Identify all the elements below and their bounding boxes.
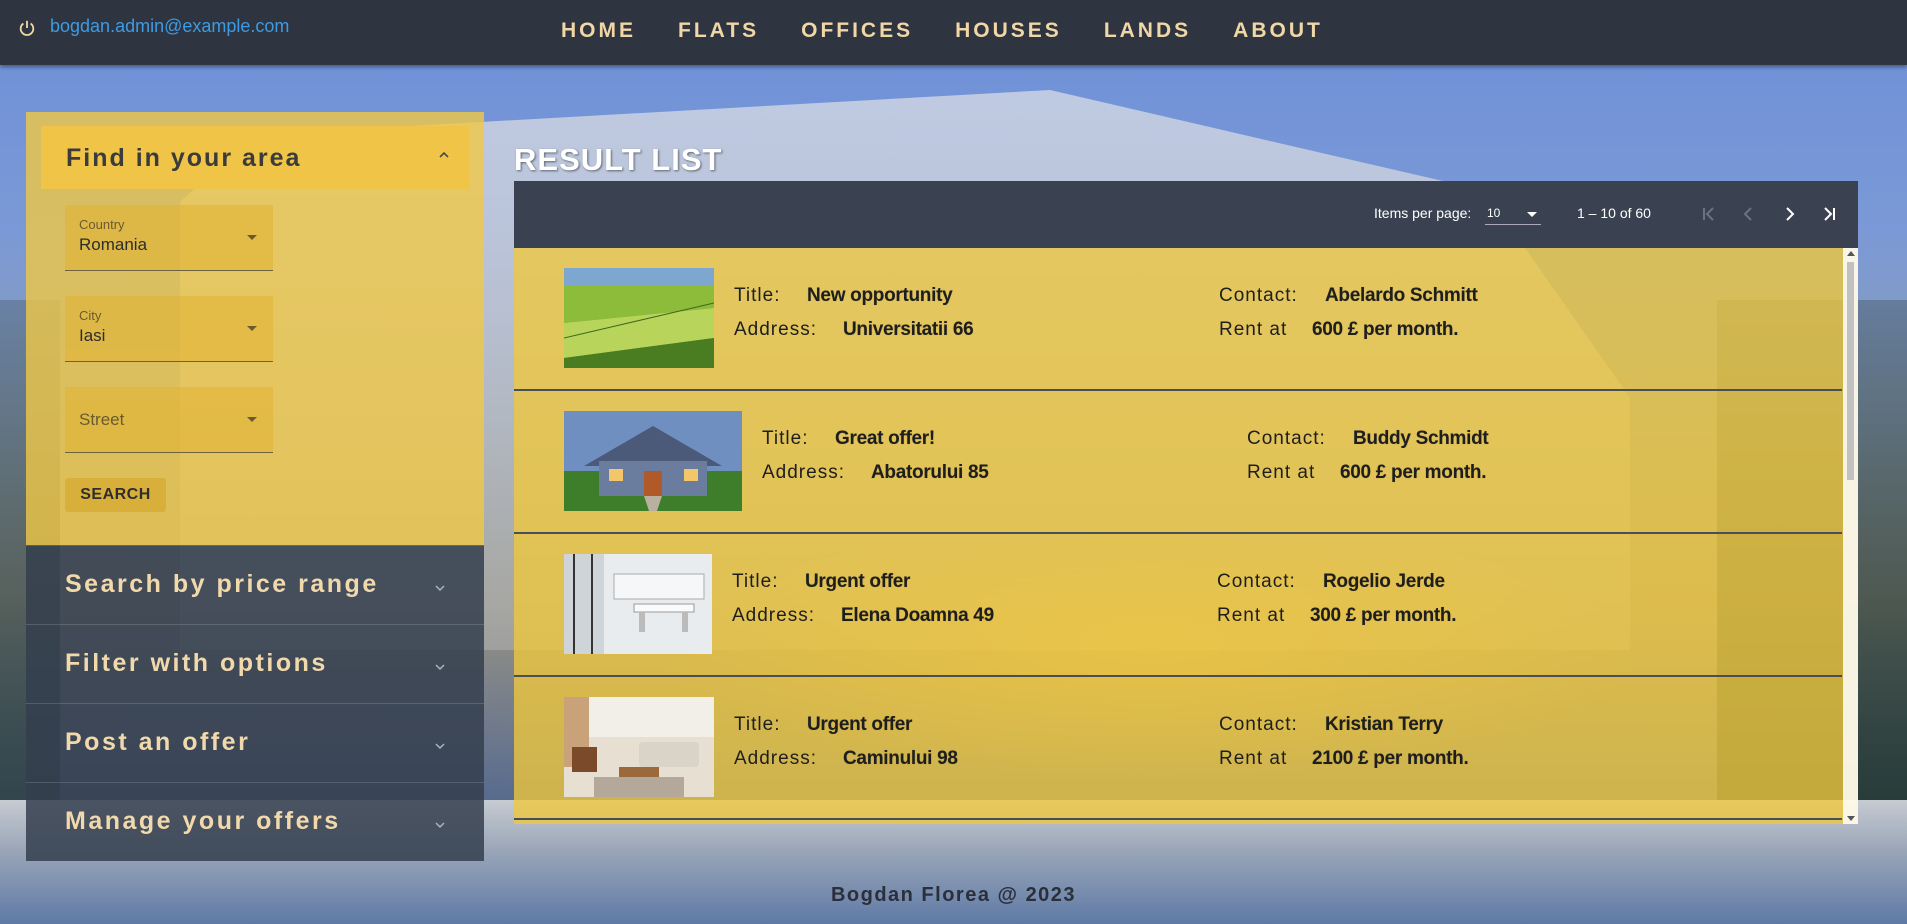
house-photo [564,411,742,511]
chevron-up-icon [439,151,449,158]
dropdown-arrow-icon [247,326,257,331]
item-title: Urgent offer [807,714,913,735]
price-range-panel[interactable]: Search by price range [26,545,484,624]
item-contact: Rogelio Jerde [1323,571,1445,592]
scroll-up-icon[interactable] [1847,251,1855,256]
previous-page-icon[interactable] [1736,201,1762,227]
post-offer-panel[interactable]: Post an offer [26,703,484,782]
item-contact: Kristian Terry [1325,714,1443,735]
item-title: New opportunity [807,285,953,306]
rent-label: Rent at [1247,462,1316,483]
chevron-down-icon [435,743,445,750]
filter-options-title: Filter with options [65,649,328,677]
manage-offers-title: Manage your offers [65,807,341,835]
street-select[interactable]: Street [65,387,273,453]
title-label: Title: [734,285,781,306]
price-range-title: Search by price range [65,570,379,598]
footer-credit: Bogdan Florea @ 2023 [830,884,1077,906]
address-label: Address: [734,319,817,340]
item-rent: 2100 £ per month. [1312,748,1469,769]
items-per-page-label: Items per page: [1374,205,1472,221]
rent-label: Rent at [1219,748,1288,769]
address-label: Address: [762,462,845,483]
city-label: City [79,308,102,323]
first-page-icon[interactable] [1696,201,1722,227]
chevron-down-icon [435,585,445,592]
country-value: Romania [79,235,148,254]
item-address: Elena Doamna 49 [841,605,994,626]
address-label: Address: [732,605,815,626]
page-range: 1 – 10 of 60 [1577,205,1651,221]
item-rent: 300 £ per month. [1310,605,1457,626]
title-label: Title: [762,428,809,449]
city-value: Iasi [79,326,106,345]
dropdown-arrow-icon [247,417,257,422]
top-navbar: bogdan.admin@example.com HOME FLATS OFFI… [0,0,1907,65]
contact-label: Contact: [1219,285,1298,306]
results-title: RESULT LIST [514,142,723,177]
item-contact: Buddy Schmidt [1353,428,1489,449]
find-in-area-panel: Find in your area Country Romania City I… [26,112,484,545]
office-photo [564,554,712,654]
dropdown-arrow-icon [1527,212,1537,217]
dropdown-arrow-icon [247,235,257,240]
item-rent: 600 £ per month. [1340,462,1487,483]
item-title: Great offer! [835,428,935,449]
item-address: Abatorului 85 [871,462,989,483]
filter-options-panel[interactable]: Filter with options [26,624,484,703]
power-icon[interactable] [18,19,36,37]
list-item[interactable]: Title: Great offer! Address: Abatorului … [514,391,1842,534]
nav-offices[interactable]: OFFICES [780,19,934,43]
country-select[interactable]: Country Romania [65,205,273,271]
result-list: Title: New opportunity Address: Universi… [514,248,1858,824]
nav-home[interactable]: HOME [540,19,657,43]
country-label: Country [79,217,125,232]
address-label: Address: [734,748,817,769]
item-address: Caminului 98 [843,748,958,769]
title-label: Title: [734,714,781,735]
chevron-down-icon [435,822,445,829]
find-in-area-title: Find in your area [66,144,302,172]
nav-flats[interactable]: FLATS [657,19,780,43]
search-accordion: Find in your area Country Romania City I… [26,112,484,861]
main-nav: HOME FLATS OFFICES HOUSES LANDS ABOUT [540,0,1344,62]
street-placeholder: Street [79,410,125,429]
contact-label: Contact: [1217,571,1296,592]
last-page-icon[interactable] [1816,201,1842,227]
green-field-photo [564,268,714,368]
list-item[interactable]: Title: Urgent offer Address: Elena Doamn… [514,534,1842,677]
item-contact: Abelardo Schmitt [1325,285,1478,306]
list-item[interactable]: Title: New opportunity Address: Universi… [514,248,1842,391]
find-in-area-header[interactable]: Find in your area [41,126,469,189]
rent-label: Rent at [1217,605,1286,626]
chevron-down-icon [435,664,445,671]
nav-houses[interactable]: HOUSES [934,19,1083,43]
list-scrollbar[interactable] [1843,248,1858,824]
user-email[interactable]: bogdan.admin@example.com [50,16,289,37]
title-label: Title: [732,571,779,592]
rent-label: Rent at [1219,319,1288,340]
post-offer-title: Post an offer [65,728,251,756]
nav-lands[interactable]: LANDS [1083,19,1212,43]
living-room-photo [564,697,714,797]
next-page-icon[interactable] [1776,201,1802,227]
items-per-page-value: 10 [1487,206,1501,220]
scroll-thumb[interactable] [1847,262,1854,480]
city-select[interactable]: City Iasi [65,296,273,362]
item-rent: 600 £ per month. [1312,319,1459,340]
contact-label: Contact: [1247,428,1326,449]
manage-offers-panel[interactable]: Manage your offers [26,782,484,861]
items-per-page-select[interactable]: 10 [1485,203,1541,225]
scroll-down-icon[interactable] [1847,816,1855,821]
item-title: Urgent offer [805,571,911,592]
contact-label: Contact: [1219,714,1298,735]
item-address: Universitatii 66 [843,319,974,340]
list-item[interactable]: Title: Urgent offer Address: Caminului 9… [514,677,1842,820]
nav-about[interactable]: ABOUT [1212,19,1344,43]
paginator: Items per page: 10 1 – 10 of 60 [514,181,1858,248]
search-button[interactable]: SEARCH [65,478,166,512]
